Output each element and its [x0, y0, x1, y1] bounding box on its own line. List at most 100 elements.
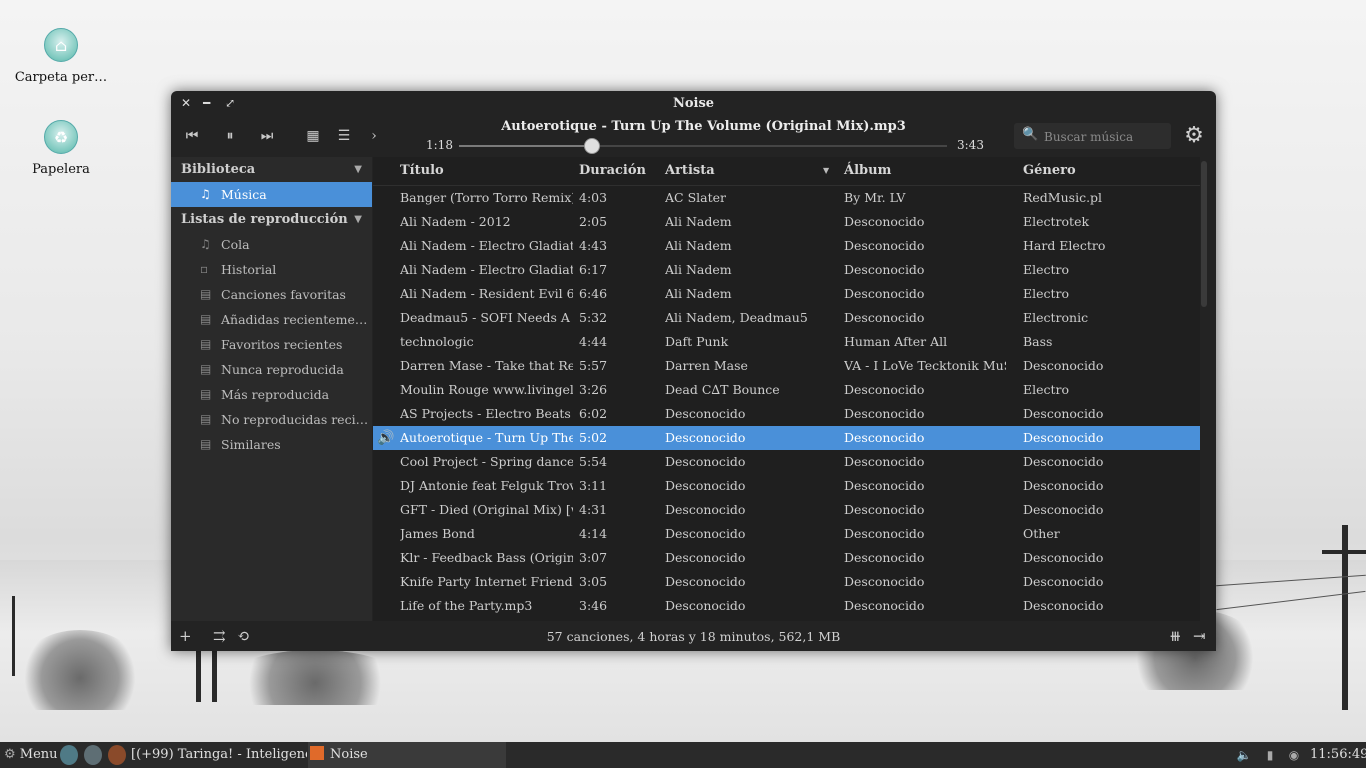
title-cell: Life of the Party.mp3 — [400, 598, 533, 613]
trash-icon: ♻ — [44, 120, 78, 154]
row-status-cell — [377, 354, 395, 378]
sidebar-section-library[interactable]: Biblioteca ▼ — [171, 157, 372, 182]
playlist-icon: ▤ — [200, 387, 212, 401]
album-cell: Desconocido — [844, 286, 925, 301]
file-manager-launcher-icon[interactable] — [60, 745, 78, 765]
sidebar-item-never-played[interactable]: ▤ Nunca reproducida — [171, 357, 372, 382]
home-folder-icon: ⌂ — [44, 28, 78, 62]
table-row[interactable]: Cool Project - Spring dancer (Ori 5:54 Des… — [373, 450, 1200, 474]
sidebar-item-label: Nunca reproducida — [221, 362, 344, 377]
info-panel-icon[interactable]: ⇥ — [1193, 627, 1206, 645]
scrollbar[interactable] — [1201, 161, 1207, 307]
pause-icon[interactable]: ⏸ — [217, 125, 243, 147]
row-status-cell — [377, 522, 395, 546]
equalizer-icon[interactable]: ⧻ — [1169, 627, 1182, 645]
column-header-album[interactable]: Álbum — [844, 157, 891, 185]
clock[interactable]: 11:56:49 — [1310, 742, 1366, 768]
table-row[interactable]: Ali Nadem - Electro Gladiator v2. 4:43 Ali… — [373, 234, 1200, 258]
table-row[interactable]: DJ Antonie feat Felguk Trovero 3:11 Descon… — [373, 474, 1200, 498]
taskbar-item-noise[interactable]: Noise — [308, 742, 506, 768]
artist-cell: Desconocido — [665, 598, 746, 613]
sidebar-item-label: Música — [221, 187, 267, 202]
duration-cell: 3:11 — [579, 478, 608, 493]
table-row[interactable]: James Bond 4:14 Desconocido Desconocido Othe… — [373, 522, 1200, 546]
table-row[interactable]: Moulin Rouge www.livingelectro. 3:26 Dead … — [373, 378, 1200, 402]
sidebar-item-not-recently-played[interactable]: ▤ No reproducidas recient… — [171, 407, 372, 432]
table-row[interactable]: Banger (Torro Torro Remix) Red 4:03 AC Sla… — [373, 186, 1200, 210]
next-icon[interactable]: ⏭ — [254, 125, 280, 147]
taskbar-item-browser[interactable]: [(+99) Taringa! - Inteligencia… — [131, 742, 307, 768]
table-row[interactable]: Ali Nadem - Resident Evil 6 6:46 Ali Nadem… — [373, 282, 1200, 306]
table-row[interactable]: Life of the Party.mp3 3:46 Desconocido Desc… — [373, 594, 1200, 618]
browser-launcher-icon[interactable] — [84, 745, 102, 765]
row-status-cell — [377, 450, 395, 474]
menu-button[interactable]: ⚙ Menu — [4, 742, 58, 768]
artist-cell: Ali Nadem — [665, 238, 732, 253]
column-header-genre[interactable]: Género — [1023, 157, 1076, 185]
row-status-cell — [377, 282, 395, 306]
sidebar-section-playlists[interactable]: Listas de reproducción ▼ — [171, 207, 372, 232]
sidebar-item-recently-added[interactable]: ▤ Añadidas recientemente — [171, 307, 372, 332]
table-row[interactable]: technologic 4:44 Daft Punk Human After All B… — [373, 330, 1200, 354]
player-toolbar: ⏮ ⏸ ⏭ ▦ ☰ › Autoerotique - Turn Up The V… — [171, 117, 1216, 157]
table-row[interactable]: Deadmau5 - SOFI Needs A Ladde 5:32 Ali Nad… — [373, 306, 1200, 330]
duration-cell: 4:44 — [579, 334, 608, 349]
artist-cell: Desconocido — [665, 550, 746, 565]
table-row[interactable]: AS Projects - Electro Beats (Origi 6:02 De… — [373, 402, 1200, 426]
duration-cell: 2:05 — [579, 214, 608, 229]
row-status-cell — [377, 210, 395, 234]
update-icon[interactable]: ◉ — [1286, 747, 1302, 763]
duration-cell: 4:43 — [579, 238, 608, 253]
taskbar-item-label: Noise — [330, 747, 368, 762]
volume-icon[interactable]: 🔈 — [1236, 747, 1252, 763]
table-row[interactable]: Ali Nadem - 2012 2:05 Ali Nadem Desconocido… — [373, 210, 1200, 234]
previous-icon[interactable]: ⏮ — [179, 125, 205, 147]
sidebar-item-music[interactable]: ♫ Música — [171, 182, 372, 207]
sidebar-item-recent-favorites[interactable]: ▤ Favoritos recientes — [171, 332, 372, 357]
column-header-duration[interactable]: Duración — [579, 157, 646, 185]
seek-bar[interactable] — [459, 138, 947, 154]
album-cell: Desconocido — [844, 262, 925, 277]
list-view-icon[interactable]: ☰ — [331, 125, 357, 147]
table-row[interactable]: Knife Party Internet Friends.mp 3:05 Desco… — [373, 570, 1200, 594]
search-box[interactable]: 🔍 — [1014, 123, 1171, 149]
gear-icon[interactable]: ⚙ — [1182, 124, 1206, 148]
genre-cell: Desconocido — [1023, 478, 1104, 493]
title-bar[interactable]: ✕ ━ ⤢ Noise — [171, 91, 1216, 115]
taskbar: ⚙ Menu [(+99) Taringa! - Inteligencia… N… — [0, 742, 1366, 768]
sidebar-item-favorites[interactable]: ▤ Canciones favoritas — [171, 282, 372, 307]
table-row[interactable]: GFT - Died (Original Mix) [www. 4:31 Desco… — [373, 498, 1200, 522]
table-row[interactable]: Ali Nadem - Electro Gladiator v3. 6:17 Ali… — [373, 258, 1200, 282]
column-header-title[interactable]: Título — [400, 157, 444, 185]
seek-knob[interactable] — [583, 138, 600, 154]
desktop-icon-trash[interactable]: ♻ Papelera — [6, 120, 116, 177]
sidebar-item-similar[interactable]: ▤ Similares — [171, 432, 372, 457]
table-row[interactable]: Klr - Feedback Bass (Original Mix 3:07 Des… — [373, 546, 1200, 570]
search-input[interactable] — [1042, 127, 1168, 147]
tree — [20, 630, 140, 710]
artist-cell: Ali Nadem — [665, 214, 732, 229]
history-icon: ▫ — [200, 262, 209, 276]
desktop-icon-home-folder[interactable]: ⌂ Carpeta per… — [6, 28, 116, 85]
desktop-icon-label: Papelera — [32, 162, 90, 177]
album-cell: Human After All — [844, 334, 948, 349]
playlist-icon: ▤ — [200, 337, 212, 351]
table-row[interactable]: 🔊 Autoerotique - Turn Up The Volu 5:02 Desc… — [373, 426, 1200, 450]
row-status-cell — [377, 258, 395, 282]
sidebar-item-history[interactable]: ▫ Historial — [171, 257, 372, 282]
genre-cell: Electro — [1023, 262, 1070, 277]
utility-pole — [12, 596, 15, 676]
collapse-arrow-icon[interactable]: ▼ — [354, 207, 362, 232]
row-status-cell — [377, 498, 395, 522]
title-cell: Ali Nadem - 2012 — [400, 214, 511, 229]
sidebar-item-queue[interactable]: ♫ Cola — [171, 232, 372, 257]
sidebar-item-most-played[interactable]: ▤ Más reproducida — [171, 382, 372, 407]
column-header-artist[interactable]: Artista — [665, 157, 715, 185]
grid-view-icon[interactable]: ▦ — [300, 125, 326, 147]
firefox-launcher-icon[interactable] — [108, 745, 126, 765]
table-row[interactable]: Darren Mase - Take that Record (5:57 Darr… — [373, 354, 1200, 378]
collapse-arrow-icon[interactable]: ▼ — [354, 157, 362, 182]
title-cell: Ali Nadem - Electro Gladiator v2. — [400, 238, 573, 253]
chevron-right-icon[interactable]: › — [361, 125, 387, 147]
network-icon[interactable]: ▮ — [1262, 747, 1278, 763]
